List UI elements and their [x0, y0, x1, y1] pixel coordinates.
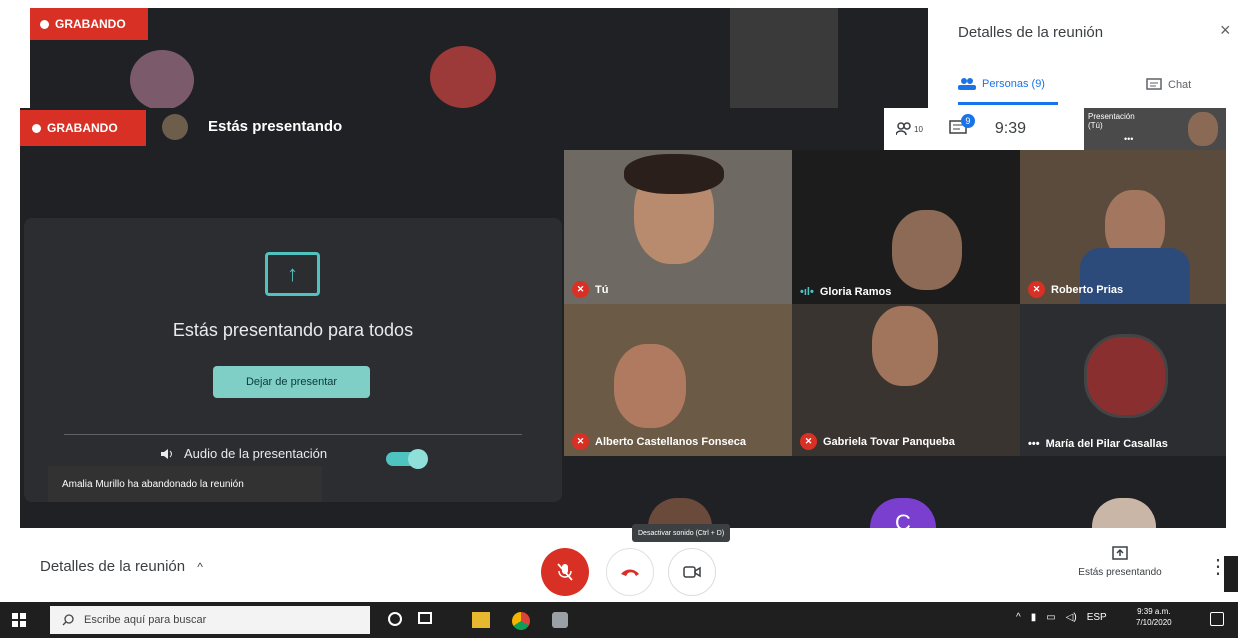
participant-avatar	[1084, 334, 1168, 418]
camera-icon	[683, 566, 701, 578]
avatar	[162, 114, 188, 140]
chevron-up-icon[interactable]: ^	[1016, 612, 1021, 623]
system-tray[interactable]: ^ ▮ ▭ ◁) ESP	[1016, 612, 1107, 623]
participant-tile[interactable]: ✕ Alberto Castellanos Fonseca	[564, 304, 792, 456]
presenting-button[interactable]: Estás presentando	[1060, 546, 1180, 578]
tab-people[interactable]: Personas (9)	[958, 78, 1045, 90]
mic-off-icon	[557, 563, 573, 581]
avatar-initial: C	[895, 510, 911, 528]
participant-tile[interactable]: ✕ Gabriela Tovar Panqueba	[792, 304, 1020, 456]
people-icon	[958, 78, 976, 90]
presentation-audio-row: Audio de la presentación	[160, 446, 327, 461]
recording-dot-icon	[32, 123, 41, 133]
chat-icon	[1146, 78, 1162, 90]
present-screen-icon	[1112, 546, 1128, 560]
hang-up-icon	[621, 569, 639, 576]
window-edge	[1224, 556, 1238, 592]
notification-center-icon[interactable]	[1210, 612, 1224, 626]
people-button[interactable]: 10	[896, 120, 923, 138]
more-options-icon: •••	[1028, 438, 1040, 450]
mic-off-icon: ✕	[1028, 281, 1045, 298]
meeting-details-panel	[928, 0, 1238, 108]
presenting-status: Estás presentando	[208, 118, 343, 135]
participant-name: Gabriela Tovar Panqueba	[823, 435, 955, 448]
cortana-icon[interactable]	[388, 612, 402, 626]
participant-face	[892, 210, 962, 290]
participant-name: María del Pilar Casallas	[1045, 438, 1168, 450]
chat-badge: 9	[960, 114, 975, 128]
notification-toast: Amalia Murillo ha abandonado la reunión	[48, 466, 322, 502]
participant-name: Tú	[595, 283, 609, 296]
stop-presenting-button[interactable]: Dejar de presentar	[213, 366, 370, 398]
speaking-indicator-icon: •ıl•	[800, 286, 814, 298]
mic-toggle-button[interactable]	[541, 548, 589, 596]
search-icon	[62, 614, 74, 626]
mic-off-icon: ✕	[572, 433, 589, 450]
participant-video	[730, 8, 838, 108]
tab-chat[interactable]: Chat	[1146, 78, 1191, 91]
participant-tile[interactable]: •ıl• Gloria Ramos	[792, 150, 1020, 304]
participant-face	[872, 306, 938, 386]
self-view-face	[1188, 112, 1218, 146]
chat-button[interactable]: 9	[949, 114, 975, 138]
background-meeting-window	[30, 8, 928, 110]
language-indicator[interactable]: ESP	[1087, 612, 1107, 623]
more-options-icon[interactable]: •••	[1124, 134, 1133, 144]
self-view-label: Presentación (Tú)	[1088, 112, 1135, 130]
battery-icon: ▭	[1046, 612, 1056, 623]
meeting-clock: 9:39	[994, 120, 1027, 137]
participant-tile[interactable]: ✕ Tú	[564, 150, 792, 304]
presenting-message: Estás presentando para todos	[172, 320, 414, 340]
recording-badge: GRABANDO	[20, 110, 146, 146]
mic-tooltip: Desactivar sonido (Ctrl + D)	[632, 524, 731, 542]
people-icon	[896, 122, 911, 136]
self-view-thumbnail[interactable]: Presentación (Tú) •••	[1084, 108, 1226, 150]
end-call-button[interactable]	[606, 548, 654, 596]
participant-name: Gloria Ramos	[819, 286, 892, 298]
toggle-knob[interactable]	[408, 449, 428, 469]
camera-toggle-button[interactable]	[668, 548, 716, 596]
app-icon[interactable]	[552, 612, 568, 628]
participant-avatar	[430, 46, 496, 108]
mic-off-icon: ✕	[572, 281, 589, 298]
volume-icon: ◁)	[1065, 612, 1077, 623]
recording-dot-icon	[40, 19, 49, 29]
panel-title: Detalles de la reunión	[958, 24, 1104, 41]
tab-indicator	[958, 102, 1058, 105]
meeting-details-button[interactable]: Detalles de la reunión ^	[40, 558, 203, 575]
speaker-icon	[161, 448, 172, 459]
participant-tile[interactable]: ✕ Roberto Prias	[1020, 150, 1226, 304]
participant-name: Alberto Castellanos Fonseca	[595, 435, 746, 448]
file-explorer-icon[interactable]	[472, 612, 490, 628]
participant-tile[interactable]: ••• María del Pilar Casallas	[1020, 304, 1226, 456]
participant-face	[614, 344, 686, 428]
task-view-icon[interactable]	[418, 612, 432, 624]
taskbar-search[interactable]: Escribe aquí para buscar	[50, 606, 370, 634]
mic-off-icon: ✕	[800, 433, 817, 450]
participant-name: Roberto Prias	[1051, 283, 1124, 296]
participant-avatar: C	[870, 498, 936, 528]
divider	[64, 434, 522, 435]
close-icon[interactable]: ×	[1220, 20, 1231, 41]
chevron-up-icon: ^	[197, 560, 203, 574]
microphone-tray-icon: ▮	[1030, 612, 1037, 623]
windows-start-icon[interactable]	[12, 613, 26, 627]
chrome-icon[interactable]	[512, 612, 530, 630]
participant-hair	[624, 154, 724, 194]
taskbar-clock[interactable]: 9:39 a.m. 7/10/2020	[1136, 606, 1172, 628]
participant-avatar	[1092, 498, 1156, 528]
present-screen-icon: ↑	[265, 252, 320, 296]
top-toolbar: 10 9 9:39	[884, 108, 1084, 150]
participant-avatar	[130, 50, 194, 110]
background-recording-badge: GRABANDO	[30, 8, 148, 40]
